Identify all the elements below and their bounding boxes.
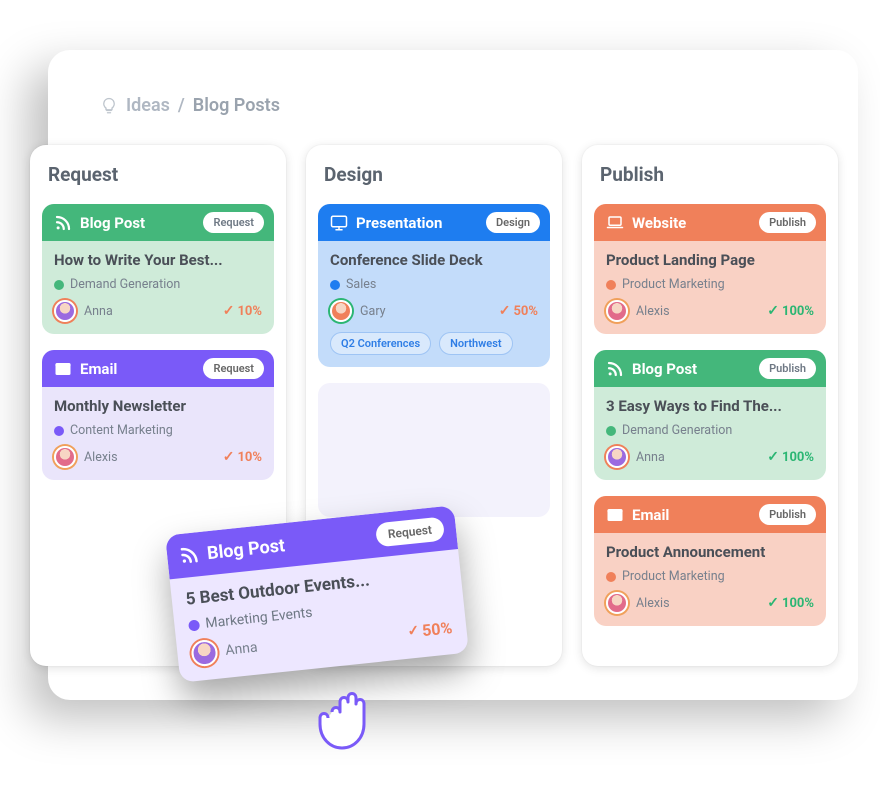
assignee[interactable]: Alexis bbox=[54, 446, 118, 468]
card-title: Product Landing Page bbox=[606, 251, 814, 269]
tag[interactable]: Q2 Conferences bbox=[330, 332, 431, 355]
category-dot bbox=[606, 572, 616, 582]
stage-badge: Publish bbox=[759, 212, 816, 233]
card-blog-post-3ways[interactable]: Blog Post Publish 3 Easy Ways to Find Th… bbox=[594, 350, 826, 480]
avatar bbox=[190, 639, 219, 668]
breadcrumb-separator: / bbox=[178, 95, 185, 116]
progress-indicator: ✓50% bbox=[407, 618, 454, 642]
category-dot bbox=[606, 280, 616, 290]
category-label: Demand Generation bbox=[622, 423, 732, 438]
progress-indicator: ✓100% bbox=[767, 304, 814, 319]
assignee-name: Anna bbox=[225, 640, 259, 659]
card-title: How to Write Your Best... bbox=[54, 251, 262, 269]
laptop-icon bbox=[606, 214, 624, 232]
stage-badge: Request bbox=[375, 516, 445, 547]
card-type-label: Website bbox=[632, 214, 686, 232]
card-title: Conference Slide Deck bbox=[330, 251, 538, 269]
category-dot bbox=[330, 280, 340, 290]
avatar bbox=[54, 446, 76, 468]
avatar bbox=[330, 300, 352, 322]
card-type-label: Email bbox=[80, 360, 117, 378]
stage-badge: Publish bbox=[759, 504, 816, 525]
card-title: 3 Easy Ways to Find The... bbox=[606, 397, 814, 415]
category-label: Demand Generation bbox=[70, 277, 180, 292]
card-type-label: Blog Post bbox=[80, 214, 145, 232]
card-type-label: Presentation bbox=[356, 214, 442, 232]
category-dot bbox=[54, 426, 64, 436]
progress-indicator: ✓100% bbox=[767, 450, 814, 465]
assignee-name: Alexis bbox=[636, 304, 670, 319]
check-icon: ✓ bbox=[223, 304, 235, 318]
presentation-icon bbox=[330, 214, 348, 232]
stage-badge: Publish bbox=[759, 358, 816, 379]
column-title: Request bbox=[48, 163, 270, 186]
check-icon: ✓ bbox=[407, 624, 420, 639]
card-title: Monthly Newsletter bbox=[54, 397, 262, 415]
breadcrumb-root[interactable]: Ideas bbox=[126, 95, 170, 116]
progress-indicator: ✓10% bbox=[223, 304, 262, 319]
check-icon: ✓ bbox=[499, 304, 511, 318]
card-presentation-conference[interactable]: Presentation Design Conference Slide Dec… bbox=[318, 204, 550, 367]
card-blog-post-howto[interactable]: Blog Post Request How to Write Your Best… bbox=[42, 204, 274, 334]
card-type-label: Email bbox=[632, 506, 669, 524]
card-title: Product Announcement bbox=[606, 543, 814, 561]
card-type-label: Blog Post bbox=[632, 360, 697, 378]
assignee-name: Anna bbox=[636, 450, 665, 465]
avatar bbox=[54, 300, 76, 322]
assignee[interactable]: Alexis bbox=[606, 592, 670, 614]
check-icon: ✓ bbox=[767, 304, 779, 318]
stage-badge: Request bbox=[203, 358, 264, 379]
assignee[interactable]: Anna bbox=[54, 300, 113, 322]
column-publish: Publish Website Publish Product Landing … bbox=[582, 145, 838, 666]
assignee-name: Anna bbox=[84, 304, 113, 319]
progress-indicator: ✓100% bbox=[767, 596, 814, 611]
assignee[interactable]: Gary bbox=[330, 300, 386, 322]
mail-icon bbox=[606, 506, 624, 524]
column-title: Publish bbox=[600, 163, 822, 186]
assignee[interactable]: Alexis bbox=[606, 300, 670, 322]
progress-indicator: ✓50% bbox=[499, 304, 538, 319]
category-label: Sales bbox=[346, 277, 376, 292]
avatar bbox=[606, 592, 628, 614]
stage-badge: Request bbox=[203, 212, 264, 233]
category-label: Product Marketing bbox=[622, 569, 725, 584]
breadcrumb-current[interactable]: Blog Posts bbox=[193, 95, 280, 116]
dragging-card[interactable]: Blog Post Request 5 Best Outdoor Events.… bbox=[165, 505, 469, 683]
card-website-landing[interactable]: Website Publish Product Landing Page Pro… bbox=[594, 204, 826, 334]
tag[interactable]: Northwest bbox=[439, 332, 512, 355]
lightbulb-icon bbox=[100, 97, 118, 115]
category-dot bbox=[54, 280, 64, 290]
column-title: Design bbox=[324, 163, 546, 186]
rss-icon bbox=[54, 214, 72, 232]
category-dot bbox=[188, 619, 200, 631]
assignee[interactable]: Anna bbox=[606, 446, 665, 468]
card-drop-placeholder[interactable] bbox=[318, 383, 550, 517]
stage-badge: Design bbox=[486, 212, 540, 233]
avatar bbox=[606, 300, 628, 322]
assignee-name: Alexis bbox=[84, 450, 118, 465]
rss-icon bbox=[606, 360, 624, 378]
assignee-name: Alexis bbox=[636, 596, 670, 611]
mail-icon bbox=[54, 360, 72, 378]
progress-indicator: ✓10% bbox=[223, 450, 262, 465]
avatar bbox=[606, 446, 628, 468]
check-icon: ✓ bbox=[223, 450, 235, 464]
category-label: Content Marketing bbox=[70, 423, 173, 438]
card-email-newsletter[interactable]: Email Request Monthly Newsletter Content… bbox=[42, 350, 274, 480]
category-dot bbox=[606, 426, 616, 436]
check-icon: ✓ bbox=[767, 450, 779, 464]
grab-cursor-icon bbox=[310, 670, 390, 756]
check-icon: ✓ bbox=[767, 596, 779, 610]
assignee[interactable]: Anna bbox=[190, 635, 259, 668]
card-email-announcement[interactable]: Email Publish Product Announcement Produ… bbox=[594, 496, 826, 626]
card-type-label: Blog Post bbox=[206, 535, 286, 564]
breadcrumb[interactable]: Ideas / Blog Posts bbox=[100, 95, 280, 116]
category-label: Product Marketing bbox=[622, 277, 725, 292]
category-label: Marketing Events bbox=[205, 605, 314, 632]
rss-icon bbox=[178, 544, 200, 566]
assignee-name: Gary bbox=[360, 304, 386, 319]
